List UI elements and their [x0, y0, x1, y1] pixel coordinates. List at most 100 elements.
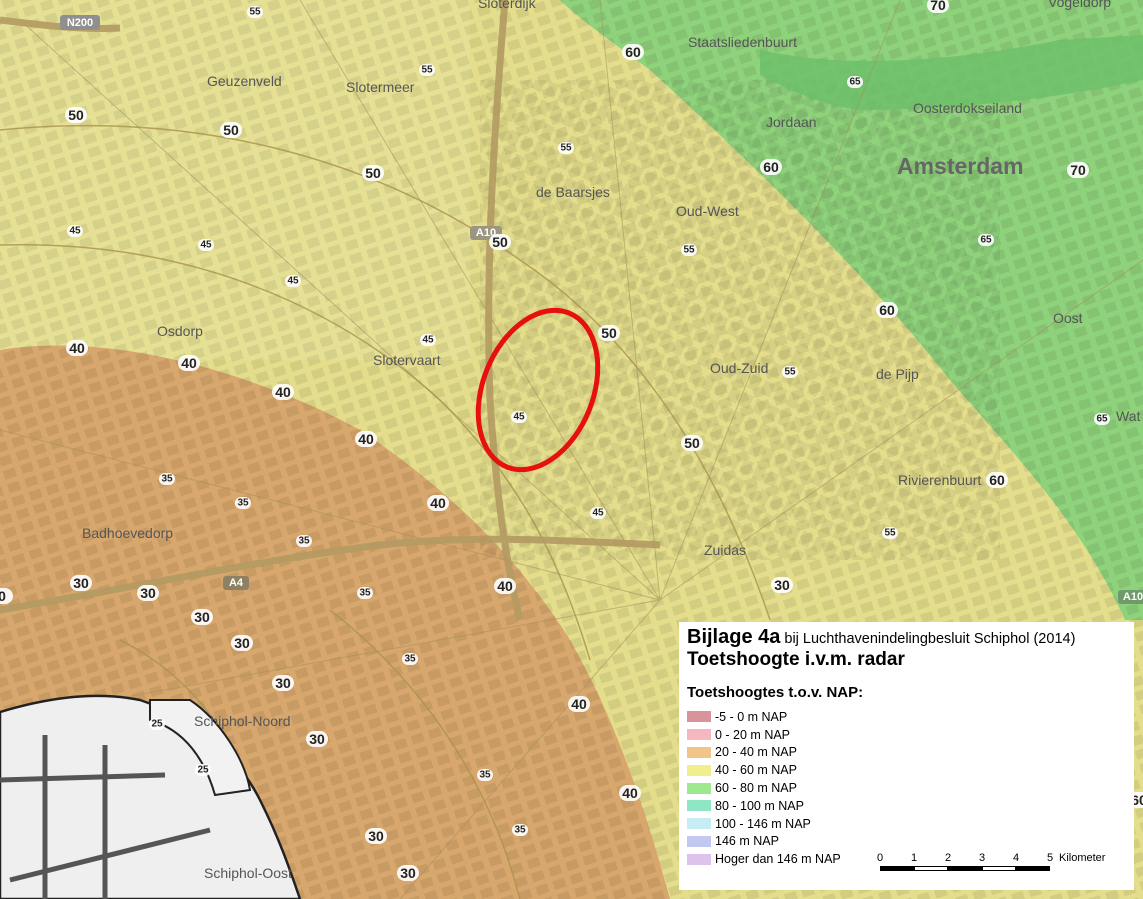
legend-label: 80 - 100 m NAP: [715, 798, 804, 813]
urban-texture-2: [480, 80, 1000, 560]
height-label: 50: [601, 325, 617, 341]
legend-title: Bijlage 4a: [687, 626, 781, 648]
place-label: Geuzenveld: [207, 73, 282, 89]
legend-swatch: [687, 746, 711, 758]
height-label: 25: [197, 765, 209, 776]
scale-tick-label: 4: [1012, 852, 1020, 864]
scale-segment: [1016, 866, 1050, 871]
height-label: 60: [625, 44, 641, 60]
legend-items: -5 - 0 m NAP 0 - 20 m NAP 20 - 40 m NAP 40 …: [687, 708, 1126, 868]
height-label: 35: [161, 474, 173, 485]
height-label: 40: [430, 495, 446, 511]
height-label: 55: [884, 528, 896, 539]
legend-item: 100 - 146 m NAP: [687, 815, 1126, 833]
legend-swatch: [687, 818, 711, 830]
height-label: 30: [368, 828, 384, 844]
legend-label: Hoger dan 146 m NAP: [715, 852, 841, 867]
place-label: Wat: [1116, 408, 1140, 424]
height-label: 50: [365, 165, 381, 181]
height-label: 35: [514, 825, 526, 836]
place-label: Slotervaart: [373, 352, 441, 368]
legend-swatch: [687, 711, 711, 723]
legend-item: 146 m NAP: [687, 833, 1126, 851]
road-shield-a4: A4: [223, 576, 249, 590]
height-label: 55: [560, 143, 572, 154]
height-label: 65: [849, 77, 861, 88]
height-label: 30: [400, 865, 416, 881]
scale-segment: [880, 866, 914, 871]
scale-tick-label: 5: [1046, 852, 1054, 864]
place-label: Oud-Zuid: [710, 360, 768, 376]
legend-swatch: [687, 835, 711, 847]
legend-title-row: Bijlage 4a bij Luchthavenindelingbesluit …: [687, 626, 1126, 649]
height-label: 55: [421, 65, 433, 76]
scale-tick-label: 0: [876, 852, 884, 864]
height-label: 30: [309, 731, 325, 747]
scale-tick-label: 1: [910, 852, 918, 864]
road-shield-n200: N200: [60, 15, 100, 30]
height-label: 35: [479, 770, 491, 781]
road-label: A10: [1123, 591, 1143, 603]
height-label: 40: [497, 578, 513, 594]
place-label: Sloterdijk: [478, 0, 537, 11]
legend-subtitle: Toetshoogte i.v.m. radar: [687, 649, 905, 670]
height-label: 50: [492, 234, 508, 250]
place-label: Oosterdokseiland: [913, 100, 1022, 116]
height-label: 35: [404, 654, 416, 665]
place-label: Badhoevedorp: [82, 525, 173, 541]
legend-label: 100 - 146 m NAP: [715, 816, 811, 831]
legend-label: 0 - 20 m NAP: [715, 727, 791, 742]
height-label: 60: [763, 159, 779, 175]
legend-title-suffix: bij Luchthavenindelingbesluit Schiphol (…: [784, 631, 1076, 647]
legend-label: -5 - 0 m NAP: [715, 709, 788, 724]
height-label: 45: [69, 226, 81, 237]
height-label: 65: [980, 235, 992, 246]
legend-item: 60 - 80 m NAP: [687, 779, 1126, 797]
height-label: 55: [683, 245, 695, 256]
place-label: de Pijp: [876, 366, 919, 382]
road-label: A4: [229, 577, 244, 589]
height-label: 50: [684, 435, 700, 451]
place-label: Oud-West: [676, 203, 739, 219]
legend-label: 40 - 60 m NAP: [715, 763, 797, 778]
height-label: 40: [181, 355, 197, 371]
place-label: Rivierenbuurt: [898, 472, 981, 488]
height-label: 0: [0, 588, 6, 604]
legend-swatch: [687, 729, 711, 741]
height-label: 35: [298, 536, 310, 547]
height-label: 60: [879, 302, 895, 318]
legend-label: 20 - 40 m NAP: [715, 745, 797, 760]
height-label: 40: [571, 696, 587, 712]
legend-swatch: [687, 853, 711, 865]
height-label: 45: [592, 508, 604, 519]
place-label: Staatsliedenbuurt: [688, 34, 797, 50]
height-label: 30: [774, 577, 790, 593]
city-label-amsterdam: Amsterdam: [897, 153, 1024, 179]
height-label: 35: [359, 588, 371, 599]
height-label: 65: [1096, 414, 1108, 425]
height-label: 55: [784, 367, 796, 378]
place-label: Jordaan: [766, 114, 817, 130]
height-label: 55: [249, 7, 261, 18]
place-label: de Baarsjes: [536, 184, 610, 200]
legend-heading: Toetshoogtes t.o.v. NAP:: [687, 684, 864, 701]
place-label: Oost: [1053, 310, 1083, 326]
height-label: 30: [73, 575, 89, 591]
road-label: N200: [67, 17, 93, 29]
height-label: 45: [422, 335, 434, 346]
height-label: 45: [287, 276, 299, 287]
scale-bar: 0 1 2 3 4 5 Kilometer: [876, 852, 1116, 878]
legend-item: 40 - 60 m NAP: [687, 761, 1126, 779]
height-label: 40: [622, 785, 638, 801]
scale-unit: Kilometer: [1059, 852, 1106, 864]
place-label: Osdorp: [157, 323, 203, 339]
legend-item: 80 - 100 m NAP: [687, 797, 1126, 815]
scale-segment: [982, 866, 1016, 871]
place-label: Vogeldorp: [1048, 0, 1111, 10]
legend-panel: Bijlage 4a bij Luchthavenindelingbesluit …: [679, 622, 1134, 890]
legend-item: 0 - 20 m NAP: [687, 726, 1126, 744]
scale-segment: [948, 866, 982, 871]
place-label: Schiphol-Noord: [194, 713, 291, 729]
scale-tick-label: 3: [978, 852, 986, 864]
height-label: 70: [1070, 162, 1086, 178]
